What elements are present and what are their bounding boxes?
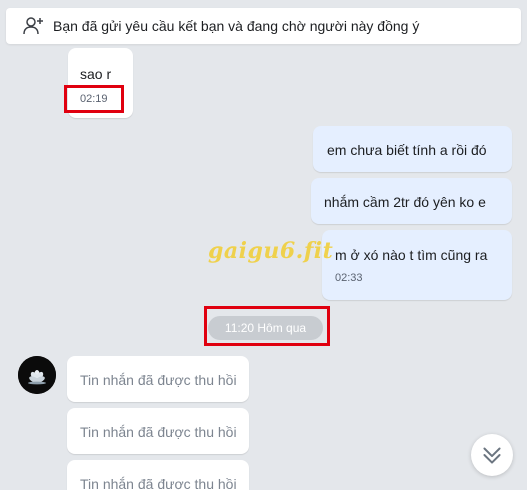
double-chevron-down-icon <box>483 447 501 464</box>
date-divider-text: 11:20 Hôm qua <box>224 321 307 335</box>
avatar[interactable] <box>18 356 56 394</box>
date-divider: 11:20 Hôm qua <box>208 316 323 340</box>
chat-area[interactable]: Bạn đã gửi yêu cầu kết bạn và đang chờ n… <box>0 0 527 490</box>
message-time: 02:33 <box>335 272 363 284</box>
message-time: 02:19 <box>80 93 108 105</box>
message-text: em chưa biết tính a rồi đó <box>327 142 487 158</box>
message-text: nhắm cầm 2tr đó yên ko e <box>324 194 486 210</box>
recalled-message[interactable]: Tin nhắn đã được thu hồi <box>67 408 249 454</box>
recalled-message[interactable]: Tin nhắn đã được thu hồi <box>67 460 249 490</box>
message-bubble-outgoing[interactable]: m ở xó nào t tìm cũng ra 02:33 <box>322 230 512 300</box>
notice-text: Bạn đã gửi yêu cầu kết bạn và đang chờ n… <box>53 18 420 34</box>
lotus-avatar-icon <box>18 356 56 394</box>
recalled-message-text: Tin nhắn đã được thu hồi <box>80 424 237 440</box>
watermark: gaigu6.fit <box>208 238 334 264</box>
recalled-message-text: Tin nhắn đã được thu hồi <box>80 372 237 388</box>
scroll-to-bottom-button[interactable] <box>471 434 513 476</box>
message-bubble-outgoing[interactable]: nhắm cầm 2tr đó yên ko e <box>311 178 512 224</box>
message-text: m ở xó nào t tìm cũng ra <box>335 247 488 263</box>
recalled-message[interactable]: Tin nhắn đã được thu hồi <box>67 356 249 402</box>
message-text: sao r <box>80 66 112 82</box>
friend-request-notice: Bạn đã gửi yêu cầu kết bạn và đang chờ n… <box>6 8 521 44</box>
add-friend-icon <box>23 17 43 35</box>
recalled-message-text: Tin nhắn đã được thu hồi <box>80 476 237 490</box>
message-bubble-incoming[interactable]: sao r 02:19 <box>68 48 133 118</box>
message-bubble-outgoing[interactable]: em chưa biết tính a rồi đó <box>313 126 512 172</box>
